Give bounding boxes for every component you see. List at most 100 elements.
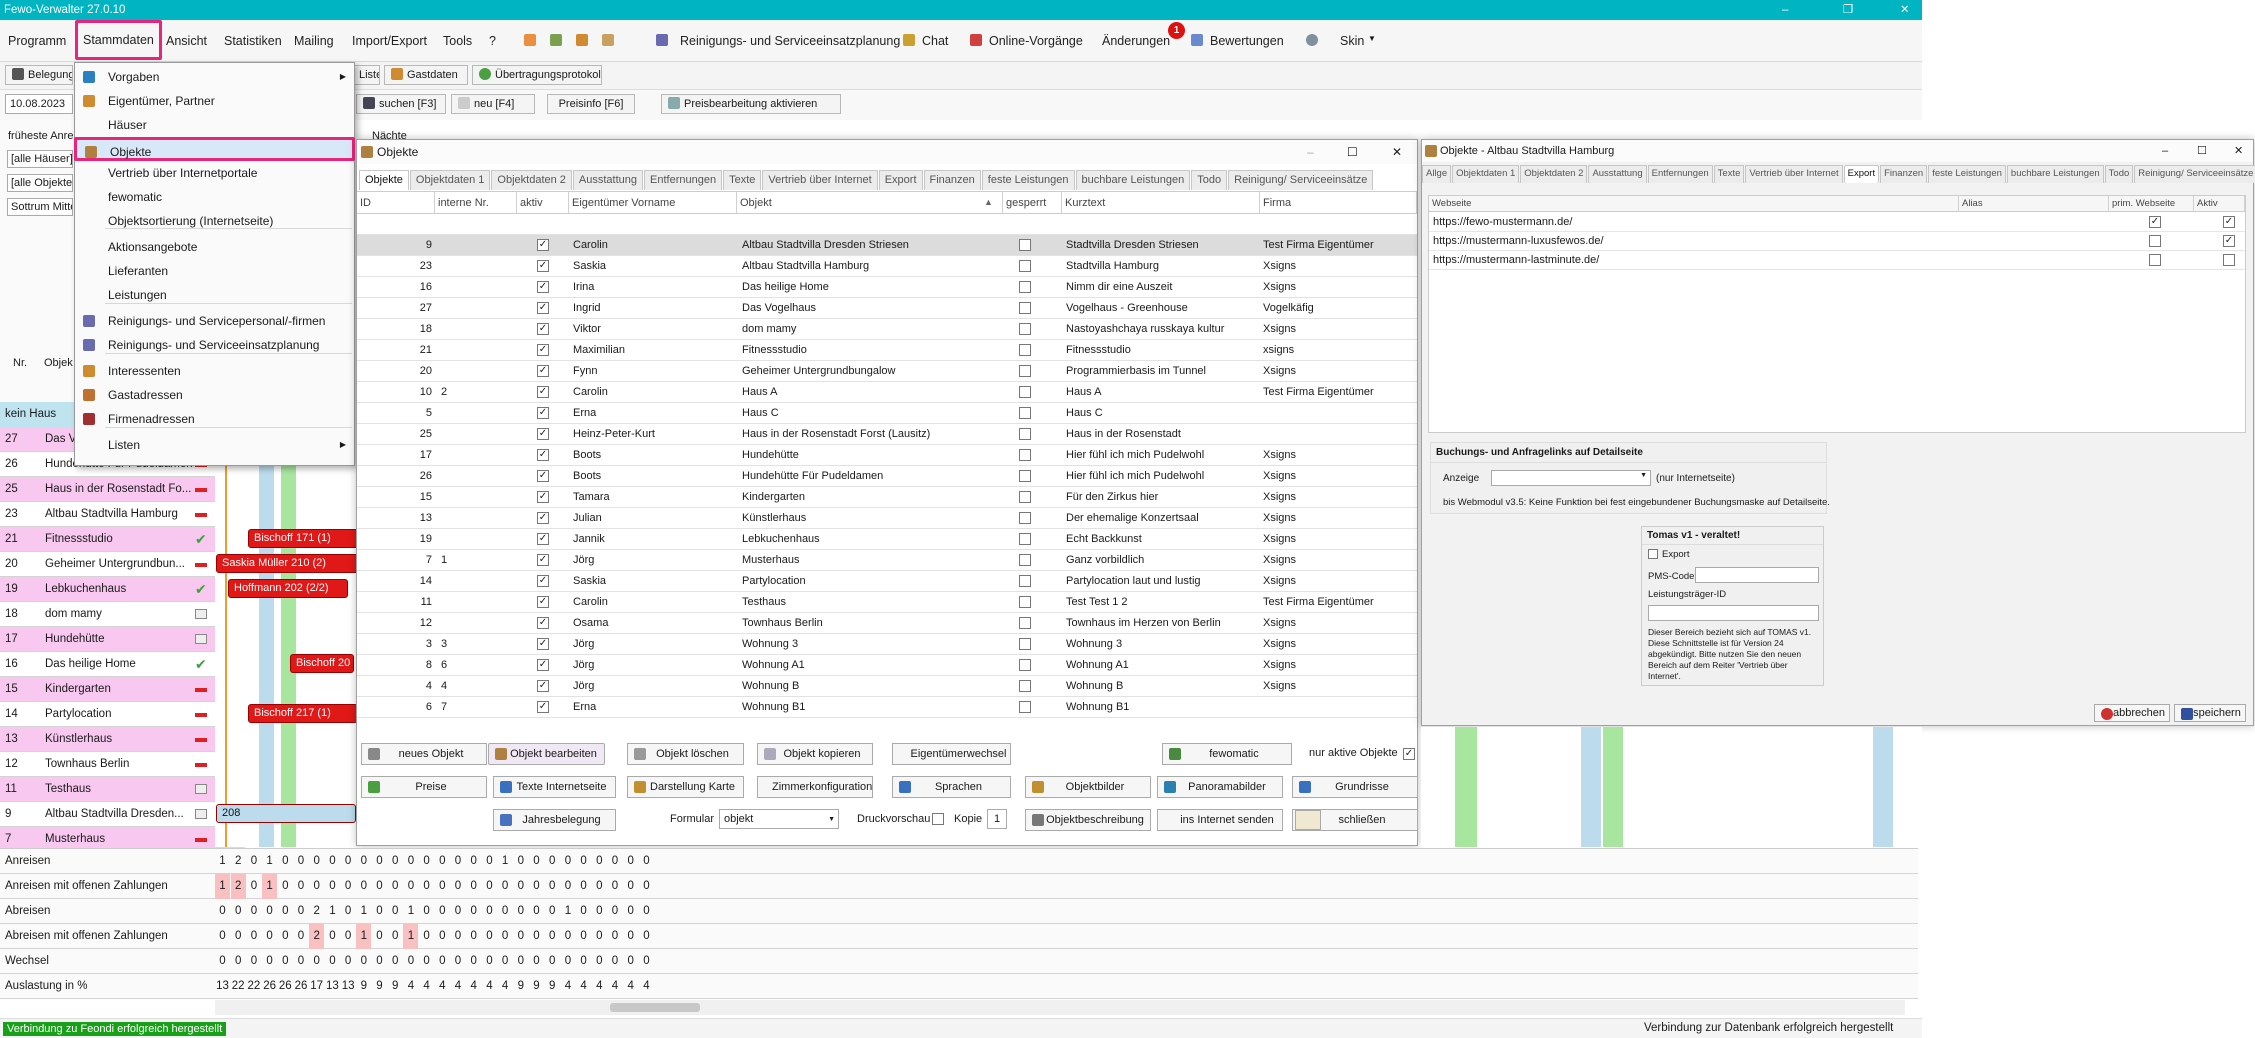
aktiv-checkbox[interactable]: ✓ xyxy=(537,596,549,608)
table-row[interactable]: 16 ✓ Irina Das heilige Home Nimm dir eine Au… xyxy=(357,277,1417,298)
beschreibung-button[interactable]: Objektbeschreibung xyxy=(1025,809,1151,831)
formular-select[interactable]: objekt ▼ xyxy=(719,809,839,829)
liste-button[interactable]: Liste xyxy=(352,65,380,85)
booking-bar[interactable]: 208 xyxy=(216,804,356,823)
anzeige-select[interactable]: ▼ xyxy=(1491,470,1651,486)
bearbeiten-button[interactable]: Objekt bearbeiten xyxy=(488,743,605,765)
prim-website-checkbox[interactable] xyxy=(2149,254,2161,266)
gesperrt-checkbox[interactable] xyxy=(1019,554,1031,566)
gesperrt-checkbox[interactable] xyxy=(1019,281,1031,293)
website-column-header[interactable]: prim. Webseite xyxy=(2109,196,2194,212)
website-column-header[interactable]: Alias xyxy=(1959,196,2109,212)
texte-button[interactable]: Texte Internetseite xyxy=(493,776,616,798)
aktiv-checkbox[interactable]: ✓ xyxy=(537,512,549,524)
list-item[interactable]: 11 Testhaus xyxy=(0,777,245,802)
gesperrt-checkbox[interactable] xyxy=(1019,386,1031,398)
karte-button[interactable]: Darstellung Karte xyxy=(627,776,744,798)
date-field[interactable]: 10.08.2023 xyxy=(5,94,73,114)
dropdown-item-1[interactable]: Eigentümer, Partner xyxy=(75,89,354,113)
dropdown-item-13[interactable]: Gastadressen xyxy=(75,383,354,407)
menu-chat[interactable]: Chat xyxy=(922,23,948,59)
detail-tab-10[interactable]: buchbare Leistungen xyxy=(2006,165,2104,183)
abbrechen-button[interactable]: abbrechen xyxy=(2094,704,2170,722)
aktiv-checkbox[interactable]: ✓ xyxy=(537,323,549,335)
dropdown-item-2[interactable]: Häuser xyxy=(75,113,354,137)
gesperrt-checkbox[interactable] xyxy=(1019,575,1031,587)
gesperrt-checkbox[interactable] xyxy=(1019,344,1031,356)
column-header[interactable]: Objekt xyxy=(737,192,1003,214)
gesperrt-checkbox[interactable] xyxy=(1019,701,1031,713)
gesperrt-checkbox[interactable] xyxy=(1019,239,1031,251)
booking-bar[interactable]: Saskia Müller 210 (2) xyxy=(216,554,361,573)
table-row[interactable]: 25 ✓ Heinz-Peter-Kurt Haus in der Rosenstad… xyxy=(357,424,1417,445)
table-row[interactable]: 12 ✓ Osama Townhaus Berlin Townhaus im Herze… xyxy=(357,613,1417,634)
zimmer-button[interactable]: Zimmerkonfiguration xyxy=(757,776,873,798)
dropdown-item-8[interactable]: Lieferanten xyxy=(75,259,354,283)
column-header[interactable]: Firma xyxy=(1260,192,1417,214)
table-row[interactable]: 21 ✓ Maximilian Fitnessstudio Fitnessstudio x… xyxy=(357,340,1417,361)
aktiv-checkbox[interactable]: ✓ xyxy=(2223,235,2235,247)
gastdaten-button[interactable]: Gastdaten xyxy=(384,65,468,85)
menu-programm[interactable]: Programm xyxy=(8,23,66,59)
panorama-button[interactable]: Panoramabilder xyxy=(1157,776,1283,798)
table-row[interactable]: 7 1 ✓ Jörg Musterhaus Ganz vorbildlich Xsigns xyxy=(357,550,1417,571)
preisinfo-button[interactable]: Preisinfo [F6] xyxy=(547,94,635,114)
website-row[interactable]: https://fewo-mustermann.de/ ✓ ✓ xyxy=(1429,213,2245,232)
menu-aenderungen[interactable]: Änderungen xyxy=(1102,23,1170,59)
sottrum-select[interactable]: Sottrum Mitte xyxy=(7,198,73,216)
gesperrt-checkbox[interactable] xyxy=(1019,659,1031,671)
table-row[interactable]: 9 ✓ Carolin Altbau Stadtvilla Dresden Strie… xyxy=(357,235,1417,256)
website-column-header[interactable]: Webseite xyxy=(1429,196,1959,212)
nur-aktive-checkbox[interactable]: ✓ xyxy=(1403,748,1415,760)
aktiv-checkbox[interactable]: ✓ xyxy=(537,470,549,482)
close-icon[interactable]: ✕ xyxy=(1900,0,1910,20)
table-row[interactable]: 27 ✓ Ingrid Das Vogelhaus Vogelhaus - Greenh… xyxy=(357,298,1417,319)
grundrisse-button[interactable]: Grundrisse xyxy=(1292,776,1418,798)
sprachen-button[interactable]: Sprachen xyxy=(892,776,1011,798)
table-row[interactable]: 11 ✓ Carolin Testhaus Test Test 1 2 Test Firm… xyxy=(357,592,1417,613)
gesperrt-checkbox[interactable] xyxy=(1019,428,1031,440)
website-row[interactable]: https://mustermann-luxusfewos.de/ ✓ xyxy=(1429,232,2245,251)
menu-stammdaten[interactable]: Stammdaten xyxy=(75,20,162,60)
aktiv-checkbox[interactable]: ✓ xyxy=(537,365,549,377)
dropdown-item-6[interactable]: Objektsortierung (Internetseite) xyxy=(75,209,354,233)
column-header[interactable]: Kurztext xyxy=(1062,192,1260,214)
menu-online-vorgaenge[interactable]: Online-Vorgänge xyxy=(989,23,1083,59)
menu-help[interactable]: ? xyxy=(489,23,496,59)
column-header[interactable]: aktiv xyxy=(517,192,569,214)
detail-tab-2[interactable]: Objektdaten 2 xyxy=(1520,165,1588,183)
dropdown-item-5[interactable]: fewomatic xyxy=(75,185,354,209)
gesperrt-checkbox[interactable] xyxy=(1019,323,1031,335)
tab-3[interactable]: Ausstattung xyxy=(572,170,644,190)
booking-bar[interactable]: Hoffmann 202 (2/2) xyxy=(228,579,348,598)
jahres-button[interactable]: Jahresbelegung xyxy=(493,809,616,831)
table-row[interactable]: 19 ✓ Jannik Lebkuchenhaus Echt Backkunst Xsig… xyxy=(357,529,1417,550)
detail-tab-4[interactable]: Entfernungen xyxy=(1647,165,1713,183)
dropdown-item-10[interactable]: Reinigungs- und Servicepersonal/-firmen xyxy=(75,309,354,333)
preisbearbeitung-button[interactable]: Preisbearbeitung aktivieren xyxy=(661,94,841,114)
house-icon[interactable] xyxy=(550,34,562,46)
gesperrt-checkbox[interactable] xyxy=(1019,638,1031,650)
list-item[interactable]: 17 Hundehütte xyxy=(0,627,245,652)
minimize-icon[interactable]: – xyxy=(1782,0,1788,20)
column-header[interactable]: interne Nr. xyxy=(435,192,517,214)
dropdown-item-3[interactable]: Objekte xyxy=(74,137,355,161)
table-row[interactable]: 14 ✓ Saskia Partylocation Partylocation laut… xyxy=(357,571,1417,592)
preise-button[interactable]: Preise xyxy=(361,776,487,798)
aktiv-checkbox[interactable]: ✓ xyxy=(537,239,549,251)
menu-tools[interactable]: Tools xyxy=(443,23,472,59)
website-column-header[interactable]: Aktiv xyxy=(2194,196,2245,212)
detail-tab-7[interactable]: Export xyxy=(1843,165,1880,183)
clipboard-icon[interactable] xyxy=(602,34,614,46)
list-item[interactable]: 9 Altbau Stadtvilla Dresden... xyxy=(0,802,245,827)
menu-bewertungen[interactable]: Bewertungen xyxy=(1210,23,1284,59)
table-row[interactable]: 20 ✓ Fynn Geheimer Untergrundbungalow Progra… xyxy=(357,361,1417,382)
booking-bar[interactable]: Bischoff 171 (1) xyxy=(248,529,368,548)
menu-mailing[interactable]: Mailing xyxy=(294,23,334,59)
list-item[interactable]: 20 Geheimer Untergrundbun... xyxy=(0,552,245,577)
website-row[interactable]: https://mustermann-lastminute.de/ xyxy=(1429,251,2245,270)
protokoll-button[interactable]: Übertragungsprotokoll xyxy=(472,65,602,85)
aktiv-checkbox[interactable]: ✓ xyxy=(537,302,549,314)
table-row[interactable]: 17 ✓ Boots Hundehütte Hier fühl ich mich Pud… xyxy=(357,445,1417,466)
gesperrt-checkbox[interactable] xyxy=(1019,512,1031,524)
